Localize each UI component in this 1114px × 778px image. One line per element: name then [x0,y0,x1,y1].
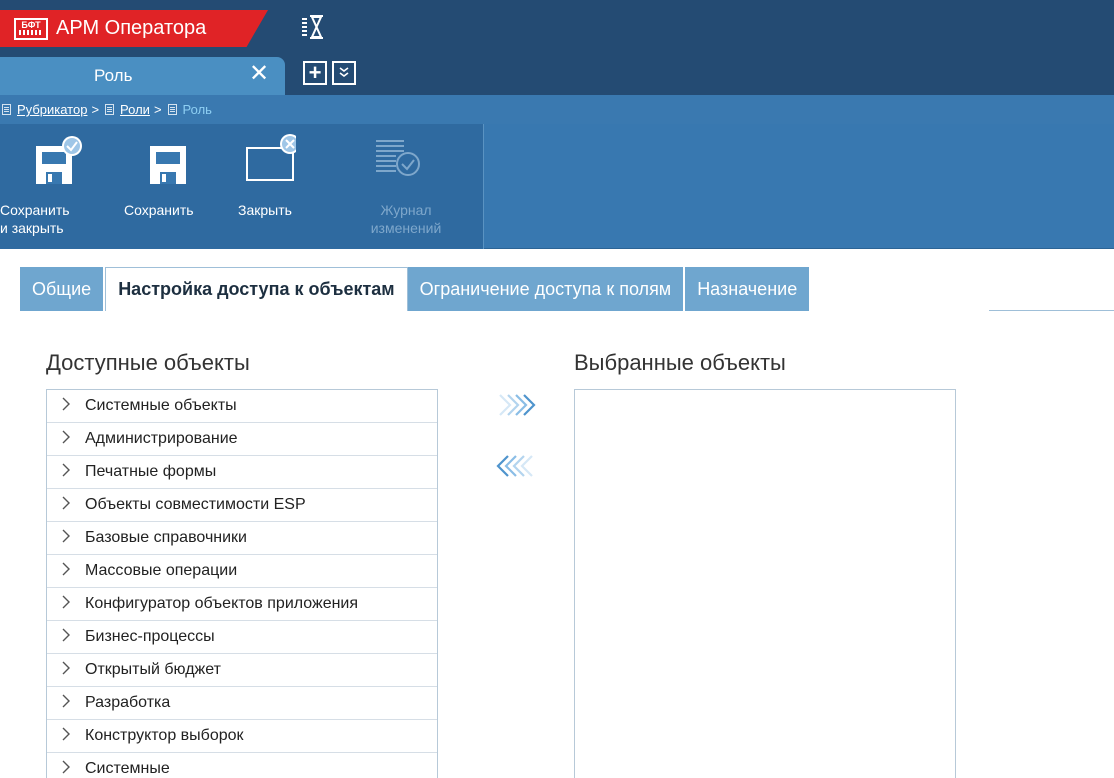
chevron-right-icon[interactable] [61,430,79,449]
chevron-right-icon[interactable] [61,496,79,515]
app-title-badge[interactable]: БФТ АРМ Оператора [0,10,268,47]
breadcrumb-current: Роль [182,102,212,117]
move-right-button[interactable] [498,392,542,418]
hourglass-icon[interactable] [302,14,324,40]
chevron-right-icon[interactable] [61,562,79,581]
tree-item-label: Конфигуратор объектов приложения [85,595,359,612]
tree-item[interactable]: Печатные формы [47,456,437,489]
save-and-close-label: Сохранить и закрыть [0,202,70,236]
move-left-button[interactable] [496,453,540,479]
tab-general[interactable]: Общие [20,267,106,311]
logo-text: БФТ [21,19,41,30]
available-objects-tree: Системные объекты Администрирование Печа… [46,389,438,778]
tree-item[interactable]: Конфигуратор объектов приложения [47,588,437,621]
tabs-baseline [989,310,1114,311]
tree-item-label: Системные объекты [85,397,237,414]
journal-icon [376,140,420,176]
breadcrumb-link[interactable]: Рубрикатор [17,102,87,117]
tree-item-label: Администрирование [85,430,238,447]
tree-item[interactable]: Базовые справочники [47,522,437,555]
document-tab-role[interactable]: Роль ✕ [0,57,285,95]
save-label: Сохранить [124,202,194,218]
breadcrumb-link[interactable]: Роли [120,102,150,117]
tree-item[interactable]: Системные [47,753,437,778]
list-icon [2,104,11,115]
chevron-right-icon[interactable] [61,595,79,614]
list-icon [105,104,115,115]
tree-item-label: Открытый бюджет [85,661,221,678]
tree-item-label: Бизнес-процессы [85,628,215,645]
tree-item-label: Конструктор выборок [85,727,244,744]
change-journal-button[interactable]: Журнал изменений [356,124,456,249]
toolbar: Сохранить и закрыть Сохранить Закрыть Жу… [0,124,1114,249]
tab-assignment[interactable]: Назначение [685,267,812,311]
double-chevron-down-icon [339,67,349,77]
close-label: Закрыть [238,202,292,218]
breadcrumb: Рубрикатор > Роли > Роль [0,95,1114,124]
available-objects-title: Доступные объекты [46,350,250,375]
tree-item[interactable]: Бизнес-процессы [47,621,437,654]
tree-item[interactable]: Администрирование [47,423,437,456]
tree-item[interactable]: Системные объекты [47,390,437,423]
document-tab-label: Роль [94,66,133,85]
top-bar: БФТ АРМ Оператора [0,0,1114,57]
tree-item-label: Объекты совместимости ESP [85,496,306,513]
app-window: БФТ АРМ Оператора Роль ✕ + Рубрикатор > … [0,0,1114,778]
tree-item-label: Печатные формы [85,463,217,480]
breadcrumb-separator: > [91,102,100,117]
app-title: АРМ Оператора [56,17,207,39]
close-window-icon [246,134,296,181]
tree-item[interactable]: Открытый бюджет [47,654,437,687]
tree-item[interactable]: Конструктор выборок [47,720,437,753]
tree-item-label: Базовые справочники [85,529,247,546]
save-close-icon [36,136,82,184]
chevron-right-icon[interactable] [61,529,79,548]
tree-item[interactable]: Разработка [47,687,437,720]
breadcrumb-item-role: Роль [167,102,212,117]
chevron-right-icon[interactable] [61,463,79,482]
tree-item[interactable]: Массовые операции [47,555,437,588]
save-icon [150,146,186,184]
close-button[interactable]: Закрыть [236,124,326,249]
tree-item-label: Системные [85,760,170,777]
chevron-right-icon[interactable] [61,727,79,746]
document-tab-strip: Роль ✕ + [0,57,1114,95]
chevron-right-icon[interactable] [61,397,79,416]
chevron-right-icon[interactable] [61,661,79,680]
chevron-right-icon[interactable] [61,628,79,647]
chevron-right-icon[interactable] [61,694,79,713]
tree-item-label: Разработка [85,694,171,711]
close-icon[interactable]: ✕ [246,61,272,87]
change-journal-label: Журнал изменений [370,202,442,236]
tab-field-restrictions[interactable]: Ограничение доступа к полям [407,267,686,311]
list-icon [167,104,177,115]
more-tabs-button[interactable] [332,61,356,85]
tree-item-label: Массовые операции [85,562,238,579]
breadcrumb-item-roles[interactable]: Роли [105,102,150,117]
toolbar-group: Сохранить и закрыть Сохранить Закрыть Жу… [0,124,484,249]
save-and-close-button[interactable]: Сохранить и закрыть [0,124,110,249]
tab-object-access[interactable]: Настройка доступа к объектам [105,267,408,311]
tree-item[interactable]: Объекты совместимости ESP [47,489,437,522]
bft-logo-icon: БФТ [14,17,48,40]
chevron-right-icon[interactable] [61,760,79,778]
add-tab-button[interactable]: + [303,61,327,85]
selected-objects-title: Выбранные объекты [574,350,786,375]
content-tabs: Общие Настройка доступа к объектам Огран… [20,267,812,311]
breadcrumb-item-rubricator[interactable]: Рубрикатор [2,102,87,117]
breadcrumb-separator: > [153,102,162,117]
selected-objects-list[interactable] [574,389,956,778]
save-button[interactable]: Сохранить [122,124,222,249]
